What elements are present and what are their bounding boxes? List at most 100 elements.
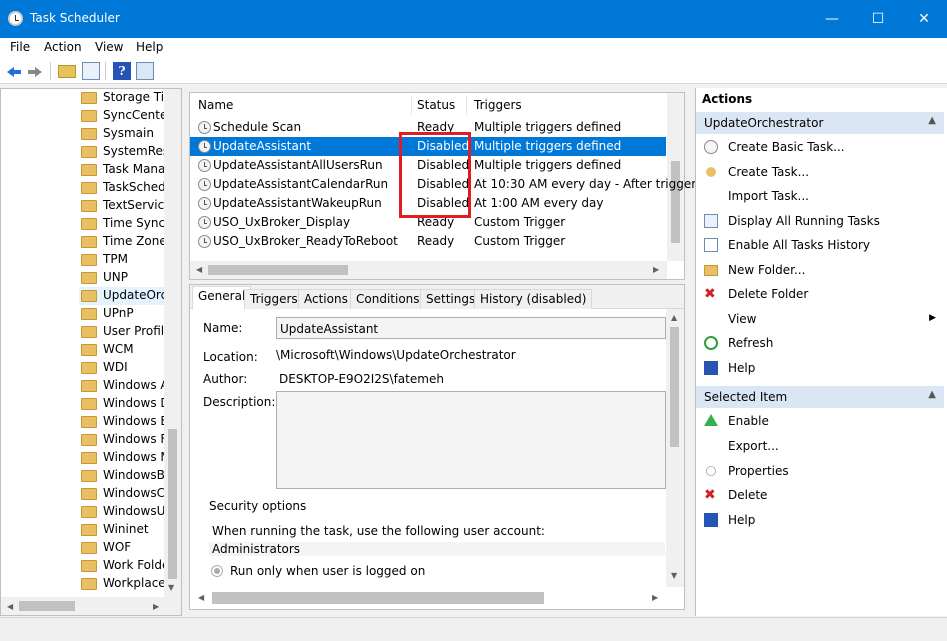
- action-item[interactable]: Display All Running Tasks: [696, 210, 944, 232]
- scroll-left-icon[interactable]: ◀: [198, 593, 204, 602]
- tree-item[interactable]: Time Zone: [79, 233, 169, 251]
- tree-item[interactable]: WOF: [79, 539, 169, 557]
- collapse-caret-icon[interactable]: ▲: [928, 115, 936, 126]
- action-item[interactable]: Help: [696, 509, 944, 531]
- show-hide-action-pane-icon[interactable]: [136, 62, 154, 80]
- tree-item[interactable]: SyncCenter: [79, 107, 169, 125]
- tree-item[interactable]: Windows D: [79, 395, 169, 413]
- action-item[interactable]: View ▶: [696, 308, 944, 330]
- scroll-left-icon[interactable]: ◀: [7, 602, 13, 611]
- scroll-thumb[interactable]: [19, 601, 75, 611]
- description-field[interactable]: [276, 391, 666, 489]
- tree-item[interactable]: Sysmain: [79, 125, 169, 143]
- tree-item[interactable]: Storage Tie: [79, 89, 169, 107]
- tab-actions[interactable]: Actions: [298, 289, 354, 309]
- console-tree[interactable]: Storage Tie SyncCenter Sysmain SystemRest Ta…: [0, 88, 182, 616]
- show-hide-console-tree-icon[interactable]: [82, 62, 100, 80]
- action-item[interactable]: Help: [696, 357, 944, 379]
- name-field[interactable]: UpdateAssistant: [276, 317, 666, 339]
- task-list-hscrollbar[interactable]: ◀ ▶: [190, 261, 667, 279]
- scroll-up-icon[interactable]: ▲: [671, 313, 677, 322]
- folder-icon: [81, 254, 97, 266]
- scroll-thumb[interactable]: [212, 592, 544, 604]
- scroll-thumb[interactable]: [168, 429, 177, 579]
- tree-item[interactable]: WindowsUp: [79, 503, 169, 521]
- tree-item[interactable]: UpdateOrch: [79, 287, 169, 305]
- action-item[interactable]: ✖ Delete: [696, 484, 944, 506]
- tree-item[interactable]: Work Folde: [79, 557, 169, 575]
- tab-triggers[interactable]: Triggers: [244, 289, 304, 309]
- back-arrow-icon[interactable]: [5, 62, 23, 80]
- menu-action[interactable]: Action: [44, 40, 82, 54]
- tree-item[interactable]: WindowsCo: [79, 485, 169, 503]
- details-vscrollbar[interactable]: ▲ ▼: [666, 309, 684, 587]
- tree-item[interactable]: TaskSchedu: [79, 179, 169, 197]
- tree-item[interactable]: WindowsBa: [79, 467, 169, 485]
- column-status[interactable]: Status: [417, 98, 455, 112]
- scroll-down-icon[interactable]: ▼: [671, 571, 677, 580]
- folder-icon: [81, 524, 97, 536]
- tree-hscrollbar[interactable]: ◀ ▶: [1, 597, 181, 615]
- action-item[interactable]: New Folder...: [696, 259, 944, 281]
- action-item-label: Properties: [728, 463, 789, 478]
- tree-item[interactable]: SystemRest: [79, 143, 169, 161]
- actions-section-header[interactable]: Selected Item ▲: [696, 386, 944, 408]
- scroll-thumb[interactable]: [671, 161, 680, 243]
- user-account-field[interactable]: Administrators: [209, 542, 665, 556]
- tree-item[interactable]: TPM: [79, 251, 169, 269]
- scroll-right-icon[interactable]: ▶: [652, 593, 658, 602]
- column-divider[interactable]: [466, 95, 467, 115]
- tree-item[interactable]: User Profile: [79, 323, 169, 341]
- tree-item[interactable]: Windows Er: [79, 413, 169, 431]
- tree-item[interactable]: UNP: [79, 269, 169, 287]
- action-item[interactable]: ✖ Delete Folder: [696, 283, 944, 305]
- tree-item[interactable]: Windows A: [79, 377, 169, 395]
- action-item[interactable]: Create Basic Task...: [696, 136, 944, 158]
- actions-section-header[interactable]: UpdateOrchestrator ▲: [696, 112, 944, 134]
- tree-item[interactable]: Task Manag: [79, 161, 169, 179]
- menu-file[interactable]: File: [10, 40, 30, 54]
- task-row[interactable]: USO_UxBroker_ReadyToReboot Ready Custom Tr…: [190, 232, 666, 251]
- tree-item[interactable]: Wininet: [79, 521, 169, 539]
- action-item[interactable]: Import Task...: [696, 185, 944, 207]
- menu-view[interactable]: View: [95, 40, 123, 54]
- scroll-thumb[interactable]: [208, 265, 348, 275]
- details-hscrollbar[interactable]: ◀ ▶: [190, 587, 684, 609]
- tree-item[interactable]: Windows Fi: [79, 431, 169, 449]
- forward-arrow-icon[interactable]: [26, 62, 44, 80]
- scroll-down-icon[interactable]: ▼: [168, 583, 174, 592]
- action-item[interactable]: Export...: [696, 435, 944, 457]
- tree-vscrollbar[interactable]: ▼: [164, 89, 181, 597]
- action-item[interactable]: Refresh: [696, 332, 944, 354]
- tree-item[interactable]: UPnP: [79, 305, 169, 323]
- scroll-left-icon[interactable]: ◀: [196, 265, 202, 274]
- scroll-right-icon[interactable]: ▶: [153, 602, 159, 611]
- action-item[interactable]: Properties: [696, 460, 944, 482]
- action-item[interactable]: Create Task...: [696, 161, 944, 183]
- action-item[interactable]: Enable: [696, 410, 944, 432]
- tab-settings[interactable]: Settings: [420, 289, 482, 309]
- folder-up-icon[interactable]: [58, 65, 76, 78]
- help-icon[interactable]: ?: [113, 62, 131, 80]
- menu-help[interactable]: Help: [136, 40, 163, 54]
- column-name[interactable]: Name: [198, 98, 233, 112]
- collapse-caret-icon[interactable]: ▲: [928, 389, 936, 400]
- scroll-right-icon[interactable]: ▶: [653, 265, 659, 274]
- tree-item[interactable]: Workplace: [79, 575, 169, 593]
- tree-item[interactable]: Time Synch: [79, 215, 169, 233]
- tree-item[interactable]: WCM: [79, 341, 169, 359]
- tab-general[interactable]: General: [192, 286, 252, 310]
- tab-conditions[interactable]: Conditions: [350, 289, 426, 309]
- close-button[interactable]: ✕: [901, 0, 947, 38]
- tree-item[interactable]: Windows M: [79, 449, 169, 467]
- scroll-thumb[interactable]: [670, 327, 679, 447]
- column-triggers[interactable]: Triggers: [474, 98, 522, 112]
- column-divider[interactable]: [411, 95, 412, 115]
- minimize-button[interactable]: —: [809, 0, 855, 38]
- maximize-button[interactable]: ☐: [855, 0, 901, 38]
- tree-item[interactable]: TextServices: [79, 197, 169, 215]
- action-item[interactable]: Enable All Tasks History: [696, 234, 944, 256]
- radio-logged-on[interactable]: [211, 565, 223, 577]
- tab-history[interactable]: History (disabled): [474, 289, 593, 309]
- tree-item[interactable]: WDI: [79, 359, 169, 377]
